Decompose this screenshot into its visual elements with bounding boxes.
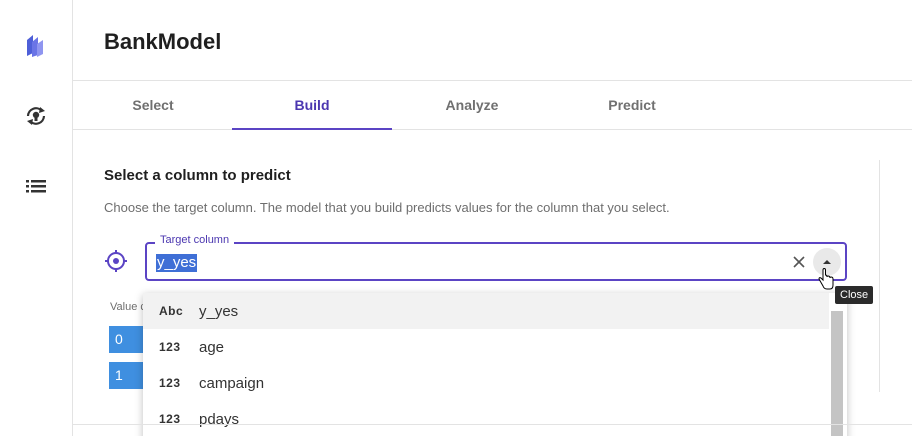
tab-predict[interactable]: Predict xyxy=(552,81,712,129)
tab-build[interactable]: Build xyxy=(232,81,392,130)
option-label: campaign xyxy=(199,374,265,392)
value-cell: 1 xyxy=(109,362,143,389)
option-label: age xyxy=(199,338,225,356)
list-icon[interactable] xyxy=(20,170,52,202)
type-badge: 123 xyxy=(159,340,181,354)
logo-icon[interactable] xyxy=(20,29,52,61)
section-title: Select a column to predict xyxy=(104,167,291,184)
target-column-dropdown: Abc y_yes 123 age 123 campaign 123 pdays xyxy=(143,293,847,436)
refresh-bulb-icon[interactable] xyxy=(20,100,52,132)
header: BankModel xyxy=(73,0,912,81)
footer-divider xyxy=(73,424,912,425)
tab-analyze[interactable]: Analyze xyxy=(392,81,552,129)
hand-cursor-icon xyxy=(817,267,835,292)
left-rail xyxy=(0,0,73,436)
tab-select[interactable]: Select xyxy=(73,81,233,129)
caret-up-icon xyxy=(823,260,831,264)
dropdown-option[interactable]: 123 campaign xyxy=(143,365,829,401)
scrollbar-thumb[interactable] xyxy=(831,311,843,436)
section-description: Choose the target column. The model that… xyxy=(104,200,670,215)
type-badge: 123 xyxy=(159,376,181,390)
dropdown-scrollbar[interactable] xyxy=(829,293,847,436)
value-cell: 0 xyxy=(109,326,143,353)
value-count-header: Value c xyxy=(110,301,143,313)
dropdown-option[interactable]: 123 pdays xyxy=(143,401,829,436)
target-icon xyxy=(104,249,128,273)
target-column-input[interactable]: y_yes xyxy=(156,254,198,272)
type-badge: Abc xyxy=(159,304,184,318)
dropdown-option[interactable]: 123 age xyxy=(143,329,829,365)
dropdown-option[interactable]: Abc y_yes xyxy=(143,293,829,329)
target-column-label: Target column xyxy=(155,234,235,246)
tab-bar: Select Build Analyze Predict xyxy=(73,81,912,130)
panel-divider xyxy=(879,160,880,392)
page-title: BankModel xyxy=(104,29,222,54)
close-tooltip: Close xyxy=(835,286,874,304)
option-label: y_yes xyxy=(199,302,239,320)
clear-icon[interactable] xyxy=(791,254,807,270)
target-column-combobox[interactable]: Target column y_yes xyxy=(145,234,847,281)
